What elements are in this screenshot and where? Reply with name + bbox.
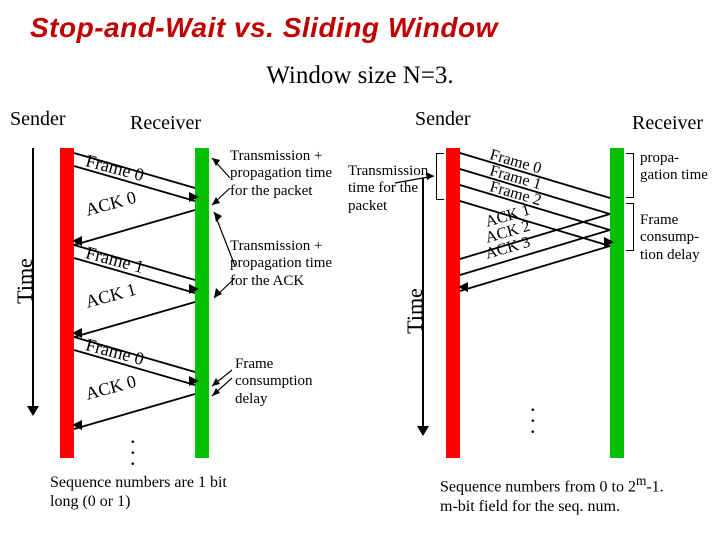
- ann-r-tx: Transmission time for the packet: [348, 163, 433, 215]
- page-title: Stop-and-Wait vs. Sliding Window: [0, 0, 720, 44]
- diagram: Sender Receiver Time Frame 0 ACK 0 Fr: [0, 108, 720, 528]
- vdots-right: ...: [530, 398, 534, 431]
- right-footnote: Sequence numbers from 0 to 2m-1. m-bit f…: [440, 473, 710, 516]
- subtitle: Window size N=3.: [0, 62, 720, 90]
- ann-r-consume: Frame consump- tion delay: [640, 212, 715, 264]
- ann-r-prop: propa- gation time: [640, 150, 710, 185]
- footnote-sup: m: [636, 473, 646, 488]
- bracket-consume: [626, 203, 634, 251]
- footnote-b: -1.: [646, 478, 663, 495]
- arrow-head: [604, 237, 614, 247]
- arrow-head: [458, 282, 468, 292]
- bracket-prop: [626, 153, 634, 198]
- footnote-c: m-bit field for the seq. num.: [440, 498, 620, 515]
- footnote-a: Sequence numbers from 0 to 2: [440, 478, 636, 495]
